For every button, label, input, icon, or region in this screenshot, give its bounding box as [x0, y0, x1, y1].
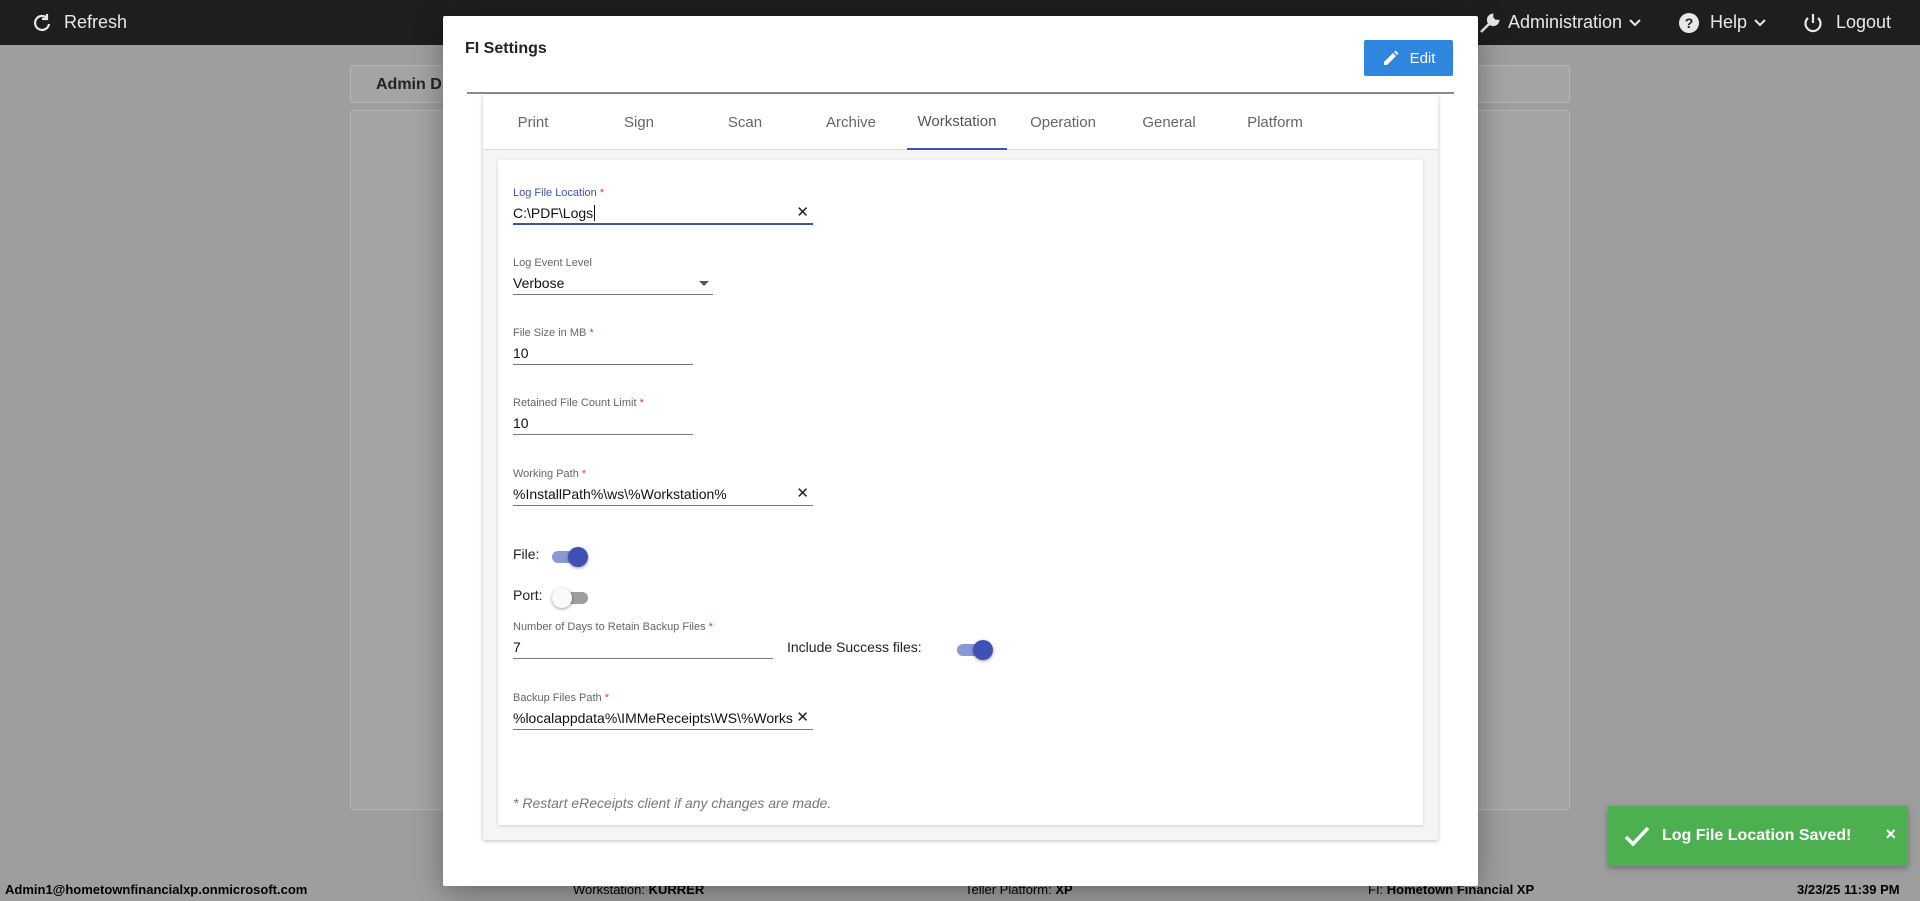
help-menu[interactable]: ? Help — [1678, 0, 1767, 45]
close-icon[interactable]: × — [1885, 824, 1896, 845]
tab-workstation[interactable]: Workstation — [907, 95, 1007, 150]
logout-button[interactable]: Logout — [1802, 0, 1891, 45]
log-event-level-label: Log Event Level — [513, 257, 592, 269]
chevron-down-icon — [1754, 18, 1766, 26]
check-icon — [1624, 826, 1650, 847]
retained-file-count-input[interactable]: 10 — [513, 413, 693, 435]
clear-icon[interactable]: ✕ — [796, 203, 809, 223]
backup-path-input[interactable]: %localappdata%\IMMeReceipts\WS\%Works ✕ — [513, 708, 813, 730]
settings-card: Print Sign Scan Archive Workstation Oper… — [483, 95, 1438, 840]
dropdown-arrow-icon — [699, 281, 709, 286]
file-toggle-switch[interactable] — [550, 547, 588, 567]
port-toggle-label: Port: — [513, 587, 543, 603]
backup-days-label: Number of Days to Retain Backup Files — [513, 621, 706, 633]
edit-label: Edit — [1409, 49, 1436, 67]
help-icon: ? — [1679, 12, 1699, 33]
saved-toast: Log File Location Saved! × — [1608, 806, 1908, 866]
retained-file-count-label: Retained File Count Limit — [513, 397, 637, 409]
clear-icon[interactable]: ✕ — [796, 708, 809, 728]
port-toggle-switch[interactable] — [552, 588, 590, 608]
svg-text:?: ? — [1685, 15, 1694, 31]
clear-icon[interactable]: ✕ — [796, 484, 809, 504]
file-size-field: File Size in MB * 10 — [513, 327, 693, 365]
admin-dashboard-title: Admin D — [376, 76, 442, 93]
backup-days-input[interactable]: 7 — [513, 637, 773, 659]
status-datetime: 3/23/25 11:39 PM — [1797, 882, 1900, 897]
backup-path-label: Backup Files Path — [513, 692, 602, 704]
log-event-level-select[interactable]: Verbose — [513, 273, 713, 295]
refresh-label: Refresh — [64, 12, 128, 32]
tab-operation[interactable]: Operation — [1013, 95, 1113, 150]
tab-general[interactable]: General — [1119, 95, 1219, 150]
working-path-input[interactable]: %InstallPath%\ws\%Workstation% ✕ — [513, 484, 813, 506]
retained-file-count-field: Retained File Count Limit * 10 — [513, 397, 693, 435]
fi-settings-dialog: FI Settings Edit Print Sign Scan Archive… — [443, 16, 1478, 886]
file-size-input[interactable]: 10 — [513, 343, 693, 365]
toast-message: Log File Location Saved! — [1662, 827, 1852, 844]
workstation-form: Log File Location * C:\PDF\Logs ✕ Log Ev… — [498, 160, 1423, 825]
logout-label: Logout — [1836, 12, 1892, 32]
dialog-header — [467, 38, 1454, 94]
tab-sign[interactable]: Sign — [589, 95, 689, 150]
include-success-label: Include Success files: — [787, 639, 922, 655]
working-path-label: Working Path — [513, 468, 579, 480]
log-file-location-label: Log File Location — [513, 187, 597, 199]
tab-print[interactable]: Print — [483, 95, 583, 150]
help-label: Help — [1710, 12, 1748, 32]
edit-button[interactable]: Edit — [1364, 40, 1453, 76]
file-size-label: File Size in MB — [513, 327, 587, 339]
restart-note: * Restart eReceipts client if any change… — [513, 795, 832, 811]
administration-menu[interactable]: Administration — [1478, 0, 1642, 45]
log-file-location-field: Log File Location * C:\PDF\Logs ✕ — [513, 187, 813, 225]
refresh-button[interactable]: Refresh — [32, 0, 127, 45]
backup-days-field: Number of Days to Retain Backup Files * … — [513, 621, 773, 659]
dialog-title: FI Settings — [465, 40, 547, 57]
file-toggle-label: File: — [513, 546, 540, 562]
tab-platform[interactable]: Platform — [1225, 95, 1325, 150]
pencil-icon — [1383, 50, 1399, 65]
backup-path-field: Backup Files Path * %localappdata%\IMMeR… — [513, 692, 813, 730]
chevron-down-icon — [1629, 18, 1641, 26]
status-user: Admin1@hometownfinancialxp.onmicrosoft.c… — [5, 882, 308, 897]
log-event-level-field: Log Event Level Verbose — [513, 257, 713, 295]
include-success-toggle-switch[interactable] — [955, 640, 993, 660]
refresh-icon — [34, 13, 51, 31]
working-path-field: Working Path * %InstallPath%\ws\%Worksta… — [513, 468, 813, 506]
wrench-icon — [1480, 12, 1500, 33]
log-file-location-input[interactable]: C:\PDF\Logs ✕ — [513, 203, 813, 225]
tab-scan[interactable]: Scan — [695, 95, 795, 150]
power-icon — [1804, 13, 1822, 32]
tab-archive[interactable]: Archive — [801, 95, 901, 150]
settings-tabs: Print Sign Scan Archive Workstation Oper… — [483, 95, 1438, 150]
administration-label: Administration — [1508, 12, 1623, 32]
